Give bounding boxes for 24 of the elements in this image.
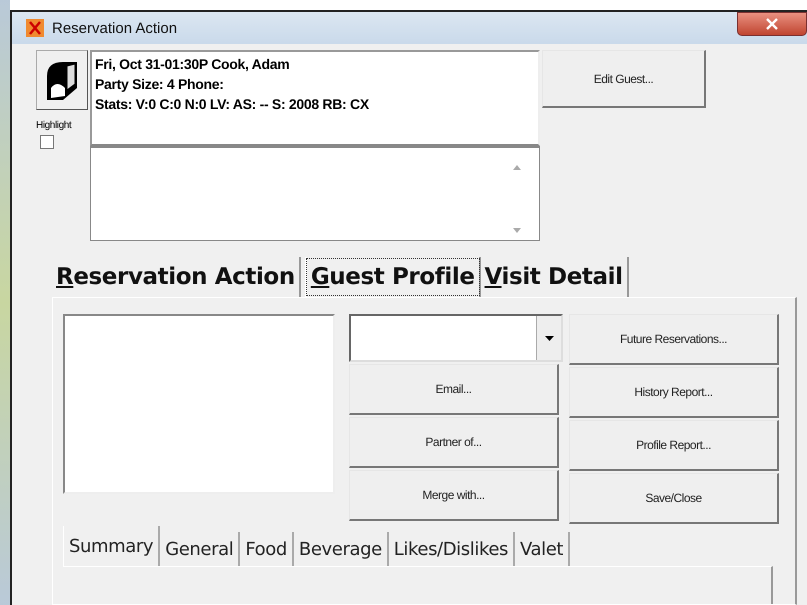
action-button[interactable]: Partner of... bbox=[349, 417, 559, 468]
mailbox-button[interactable] bbox=[36, 50, 88, 110]
reservation-info-line: Fri, Oct 31-01:30P Cook, Adam bbox=[95, 55, 290, 74]
report-button[interactable]: Profile Report... bbox=[569, 420, 779, 471]
tab[interactable]: Guest Profile bbox=[304, 257, 481, 297]
edit-guest-button[interactable]: Edit Guest... bbox=[542, 50, 706, 108]
report-button[interactable]: Save/Close bbox=[569, 473, 779, 524]
highlight-checkbox[interactable] bbox=[40, 135, 54, 149]
report-button[interactable]: History Report... bbox=[569, 367, 779, 418]
dropdown-field[interactable] bbox=[349, 314, 563, 362]
close-button[interactable] bbox=[737, 12, 807, 36]
app-icon bbox=[26, 19, 44, 37]
reservation-info-line: Party Size: 4 Phone: bbox=[95, 75, 225, 94]
scroll-down-icon bbox=[513, 228, 521, 234]
notes-field[interactable] bbox=[90, 146, 540, 241]
window-title: Reservation Action bbox=[52, 20, 178, 36]
highlight-label: Highlight bbox=[36, 120, 72, 131]
close-icon bbox=[765, 18, 779, 30]
scroll-up-icon bbox=[513, 164, 521, 170]
action-button[interactable]: Merge with... bbox=[349, 470, 559, 521]
subtab[interactable]: Summary bbox=[63, 526, 160, 566]
report-button[interactable]: Future Reservations... bbox=[569, 314, 779, 365]
reservation-info-line: Stats: V:0 C:0 N:0 LV: AS: -- S: 2008 RB: CX bbox=[95, 95, 370, 114]
action-button[interactable]: Email... bbox=[349, 364, 559, 415]
